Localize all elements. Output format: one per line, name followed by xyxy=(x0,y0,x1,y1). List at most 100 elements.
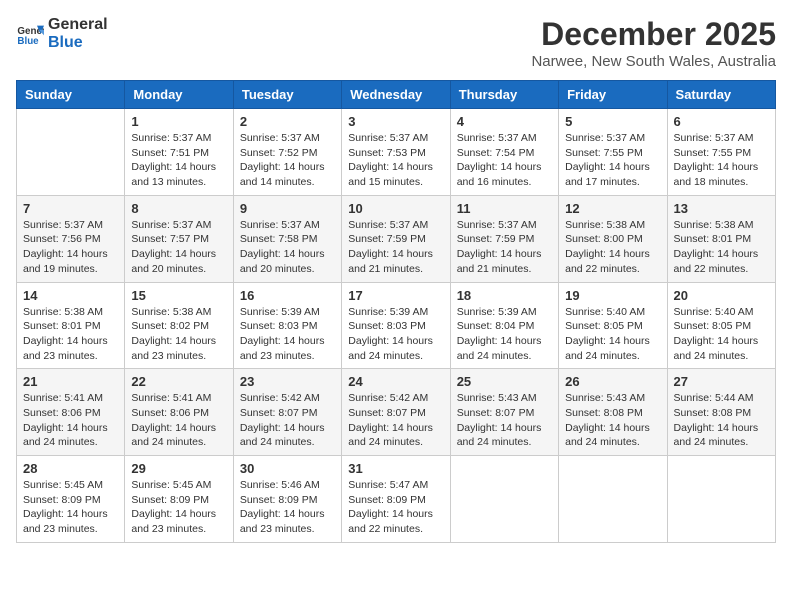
calendar-cell: 4Sunrise: 5:37 AM Sunset: 7:54 PM Daylig… xyxy=(450,109,558,196)
calendar-cell: 30 Sunrise: 5:46 AM Sunset: 8:09 PM Dayli… xyxy=(233,456,341,543)
day-info: Sunrise: 5:38 AM Sunset: 8:00 PM Dayligh… xyxy=(565,218,660,277)
day-header-sunday: Sunday xyxy=(17,81,125,109)
day-number: 19 xyxy=(565,288,660,303)
calendar-cell: 2 Sunrise: 5:37 AM Sunset: 7:52 PM Daylig… xyxy=(233,109,341,196)
day-info: Sunrise: 5:37 AM Sunset: 7:56 PM Dayligh… xyxy=(23,218,118,277)
day-info: Sunrise: 5:41 AM Sunset: 8:06 PM Dayligh… xyxy=(23,391,118,450)
calendar-week-row: 14 Sunrise: 5:38 AM Sunset: 8:01 PM Dayli… xyxy=(17,282,776,369)
calendar-cell: 26 Sunrise: 5:43 AM Sunset: 8:08 PM Dayli… xyxy=(559,369,667,456)
day-number: 25 xyxy=(457,374,552,389)
calendar-cell: 17Sunrise: 5:39 AM Sunset: 8:03 PM Dayli… xyxy=(342,282,450,369)
calendar-cell xyxy=(667,456,775,543)
day-info: Sunrise: 5:37 AM Sunset: 7:55 PM Dayligh… xyxy=(565,131,660,190)
calendar-week-row: 21 Sunrise: 5:41 AM Sunset: 8:06 PM Dayli… xyxy=(17,369,776,456)
header: General Blue General Blue December 2025 … xyxy=(16,16,776,70)
calendar-header-row: SundayMondayTuesdayWednesdayThursdayFrid… xyxy=(17,81,776,109)
day-number: 17 xyxy=(348,288,443,303)
day-number: 11 xyxy=(457,201,552,216)
day-info: Sunrise: 5:38 AM Sunset: 8:02 PM Dayligh… xyxy=(131,305,226,364)
calendar-cell xyxy=(450,456,558,543)
day-info: Sunrise: 5:37 AM Sunset: 7:58 PM Dayligh… xyxy=(240,218,335,277)
location-title: Narwee, New South Wales, Australia xyxy=(531,53,776,70)
day-info: Sunrise: 5:46 AM Sunset: 8:09 PM Dayligh… xyxy=(240,478,335,537)
day-number: 14 xyxy=(23,288,118,303)
day-info: Sunrise: 5:37 AM Sunset: 7:52 PM Dayligh… xyxy=(240,131,335,190)
calendar-cell: 12 Sunrise: 5:38 AM Sunset: 8:00 PM Dayli… xyxy=(559,195,667,282)
day-number: 26 xyxy=(565,374,660,389)
logo: General Blue General Blue xyxy=(16,16,108,51)
day-info: Sunrise: 5:45 AM Sunset: 8:09 PM Dayligh… xyxy=(23,478,118,537)
day-info: Sunrise: 5:43 AM Sunset: 8:08 PM Dayligh… xyxy=(565,391,660,450)
day-info: Sunrise: 5:47 AM Sunset: 8:09 PM Dayligh… xyxy=(348,478,443,537)
day-header-tuesday: Tuesday xyxy=(233,81,341,109)
day-number: 9 xyxy=(240,201,335,216)
calendar-cell: 18 Sunrise: 5:39 AM Sunset: 8:04 PM Dayli… xyxy=(450,282,558,369)
calendar-cell: 11Sunrise: 5:37 AM Sunset: 7:59 PM Dayli… xyxy=(450,195,558,282)
day-header-thursday: Thursday xyxy=(450,81,558,109)
day-number: 23 xyxy=(240,374,335,389)
calendar-cell: 13Sunrise: 5:38 AM Sunset: 8:01 PM Dayli… xyxy=(667,195,775,282)
day-header-monday: Monday xyxy=(125,81,233,109)
calendar-cell: 16 Sunrise: 5:39 AM Sunset: 8:03 PM Dayli… xyxy=(233,282,341,369)
day-info: Sunrise: 5:40 AM Sunset: 8:05 PM Dayligh… xyxy=(565,305,660,364)
day-info: Sunrise: 5:44 AM Sunset: 8:08 PM Dayligh… xyxy=(674,391,769,450)
day-info: Sunrise: 5:37 AM Sunset: 7:57 PM Dayligh… xyxy=(131,218,226,277)
day-info: Sunrise: 5:45 AM Sunset: 8:09 PM Dayligh… xyxy=(131,478,226,537)
day-number: 5 xyxy=(565,114,660,129)
calendar-cell: 9 Sunrise: 5:37 AM Sunset: 7:58 PM Daylig… xyxy=(233,195,341,282)
day-info: Sunrise: 5:40 AM Sunset: 8:05 PM Dayligh… xyxy=(674,305,769,364)
calendar-cell: 3Sunrise: 5:37 AM Sunset: 7:53 PM Daylig… xyxy=(342,109,450,196)
day-number: 2 xyxy=(240,114,335,129)
day-number: 30 xyxy=(240,461,335,476)
calendar-week-row: 7 Sunrise: 5:37 AM Sunset: 7:56 PM Daylig… xyxy=(17,195,776,282)
day-number: 31 xyxy=(348,461,443,476)
day-info: Sunrise: 5:37 AM Sunset: 7:53 PM Dayligh… xyxy=(348,131,443,190)
calendar-cell: 7 Sunrise: 5:37 AM Sunset: 7:56 PM Daylig… xyxy=(17,195,125,282)
calendar-cell: 1Sunrise: 5:37 AM Sunset: 7:51 PM Daylig… xyxy=(125,109,233,196)
day-info: Sunrise: 5:37 AM Sunset: 7:55 PM Dayligh… xyxy=(674,131,769,190)
day-header-wednesday: Wednesday xyxy=(342,81,450,109)
svg-text:Blue: Blue xyxy=(17,35,39,46)
calendar-cell: 14 Sunrise: 5:38 AM Sunset: 8:01 PM Dayli… xyxy=(17,282,125,369)
day-number: 18 xyxy=(457,288,552,303)
calendar-cell xyxy=(559,456,667,543)
calendar-cell: 10 Sunrise: 5:37 AM Sunset: 7:59 PM Dayli… xyxy=(342,195,450,282)
day-number: 13 xyxy=(674,201,769,216)
calendar-cell: 22Sunrise: 5:41 AM Sunset: 8:06 PM Dayli… xyxy=(125,369,233,456)
calendar-week-row: 28 Sunrise: 5:45 AM Sunset: 8:09 PM Dayli… xyxy=(17,456,776,543)
day-number: 6 xyxy=(674,114,769,129)
day-info: Sunrise: 5:39 AM Sunset: 8:03 PM Dayligh… xyxy=(240,305,335,364)
calendar-cell: 31 Sunrise: 5:47 AM Sunset: 8:09 PM Dayli… xyxy=(342,456,450,543)
day-number: 28 xyxy=(23,461,118,476)
day-number: 10 xyxy=(348,201,443,216)
logo-icon: General Blue xyxy=(16,20,44,48)
day-number: 21 xyxy=(23,374,118,389)
calendar-cell: 20Sunrise: 5:40 AM Sunset: 8:05 PM Dayli… xyxy=(667,282,775,369)
day-number: 12 xyxy=(565,201,660,216)
title-area: December 2025 Narwee, New South Wales, A… xyxy=(531,16,776,70)
calendar-cell: 24Sunrise: 5:42 AM Sunset: 8:07 PM Dayli… xyxy=(342,369,450,456)
day-info: Sunrise: 5:39 AM Sunset: 8:04 PM Dayligh… xyxy=(457,305,552,364)
day-number: 8 xyxy=(131,201,226,216)
calendar-cell: 21 Sunrise: 5:41 AM Sunset: 8:06 PM Dayli… xyxy=(17,369,125,456)
day-number: 24 xyxy=(348,374,443,389)
day-number: 7 xyxy=(23,201,118,216)
day-header-friday: Friday xyxy=(559,81,667,109)
calendar-cell: 28 Sunrise: 5:45 AM Sunset: 8:09 PM Dayli… xyxy=(17,456,125,543)
day-info: Sunrise: 5:38 AM Sunset: 8:01 PM Dayligh… xyxy=(23,305,118,364)
calendar-week-row: 1Sunrise: 5:37 AM Sunset: 7:51 PM Daylig… xyxy=(17,109,776,196)
day-info: Sunrise: 5:37 AM Sunset: 7:51 PM Dayligh… xyxy=(131,131,226,190)
day-header-saturday: Saturday xyxy=(667,81,775,109)
calendar-cell: 15Sunrise: 5:38 AM Sunset: 8:02 PM Dayli… xyxy=(125,282,233,369)
calendar-cell: 23 Sunrise: 5:42 AM Sunset: 8:07 PM Dayli… xyxy=(233,369,341,456)
logo-blue-text: Blue xyxy=(48,34,108,52)
day-info: Sunrise: 5:37 AM Sunset: 7:59 PM Dayligh… xyxy=(348,218,443,277)
day-number: 16 xyxy=(240,288,335,303)
day-info: Sunrise: 5:43 AM Sunset: 8:07 PM Dayligh… xyxy=(457,391,552,450)
calendar-cell: 8 Sunrise: 5:37 AM Sunset: 7:57 PM Daylig… xyxy=(125,195,233,282)
month-title: December 2025 xyxy=(531,16,776,53)
day-info: Sunrise: 5:42 AM Sunset: 8:07 PM Dayligh… xyxy=(240,391,335,450)
calendar-cell: 19 Sunrise: 5:40 AM Sunset: 8:05 PM Dayli… xyxy=(559,282,667,369)
day-number: 27 xyxy=(674,374,769,389)
calendar-cell: 5 Sunrise: 5:37 AM Sunset: 7:55 PM Daylig… xyxy=(559,109,667,196)
